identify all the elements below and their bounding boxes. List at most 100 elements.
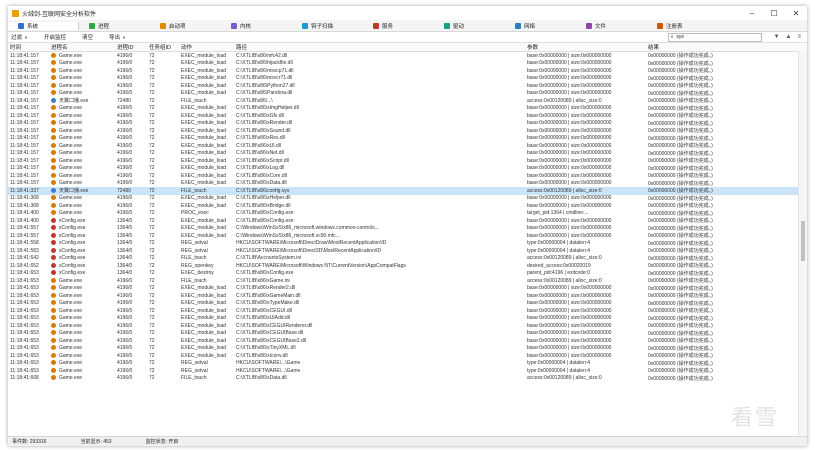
cell: base:0x00000000 | size:0x000000000 — [527, 285, 612, 292]
tab-4[interactable]: 钩子扫描 — [292, 22, 363, 30]
table-row[interactable]: 11:18:41:400 Game.exe 4196/0 72 PROC_exec C:\… — [8, 210, 807, 218]
cell: 72 — [149, 127, 155, 134]
table-row[interactable]: 11:18:41:653 Game.exe 4196/0 72 EXEC_module_… — [8, 330, 807, 338]
cell: base:0x00000000 | size:0x000000000 — [527, 195, 612, 202]
cell: C:\XTLIB\x86\xCEGUIRenderer.dll — [236, 322, 313, 329]
cell: C:\XTLIB\x86\xConfig.exe — [236, 217, 294, 224]
search-next-icon[interactable]: ▲ — [786, 34, 792, 40]
cell: C:\XTLIB\x86\msvcp71.dll — [236, 67, 294, 74]
table-row[interactable]: 11:18:41:653 Game.exe 4196/0 72 REG_setval HK… — [8, 367, 807, 375]
table-row[interactable]: 11:18:41:157 Game.exe 4196/0 72 EXEC_module_… — [8, 127, 807, 135]
search-input[interactable]: ⌕ sys — [667, 32, 762, 42]
table-row[interactable]: 11:18:41:157 Game.exe 4196/0 72 EXEC_module_… — [8, 112, 807, 120]
cell: base:0x00000000 | size:0x000000000 — [527, 60, 612, 67]
cell: EXEC_module_load — [181, 225, 227, 232]
table-row[interactable]: 11:18:41:157 Game.exe 4196/0 72 EXEC_module_… — [8, 67, 807, 75]
filter-button[interactable]: 过滤 ▼ — [11, 33, 28, 42]
table-row[interactable]: 11:18:41:157 Game.exe 4196/0 72 EXEC_module_… — [8, 180, 807, 188]
process-cell: Game.exe — [49, 308, 115, 314]
table-row[interactable]: 11:18:41:157 Game.exe 4196/0 72 EXEC_module_… — [8, 52, 807, 60]
cell: EXEC_module_load — [181, 172, 227, 179]
tab-9[interactable]: 注册表 — [647, 22, 718, 30]
table-row[interactable]: 11:18:41:400 xConfig.exe 1364/0 72 EXEC_modu… — [8, 217, 807, 225]
tab-0[interactable]: 系统 — [8, 21, 79, 30]
search-prev-icon[interactable]: ▼ — [774, 34, 780, 40]
table-row[interactable]: 11:18:41:157 Game.exe 4196/0 72 EXEC_module_… — [8, 75, 807, 83]
table-row[interactable]: 11:18:41:337 天翼口播.exe 72480 72 FILE_touch C:\… — [8, 187, 807, 195]
table-row[interactable]: 11:18:41:157 Game.exe 4196/0 72 EXEC_module_… — [8, 135, 807, 143]
table-row[interactable]: 11:18:41:157 Game.exe 4196/0 72 EXEC_module_… — [8, 60, 807, 68]
tab-2[interactable]: 启动项 — [150, 22, 221, 30]
table-row[interactable]: 11:18:41:652 xConfig.exe 1364/0 72 REG_openk… — [8, 262, 807, 270]
column-header[interactable]: 进程ID — [115, 43, 147, 51]
tab-1[interactable]: 进程 — [79, 22, 150, 30]
tab-8[interactable]: 文件 — [576, 22, 647, 30]
table-row[interactable]: 11:18:41:653 xConfig.exe 1364/0 72 EXEC_dest… — [8, 270, 807, 278]
table-row[interactable]: 11:18:41:653 Game.exe 4196/0 72 EXEC_module_… — [8, 285, 807, 293]
table-row[interactable]: 11:18:41:583 xConfig.exe 1364/0 72 REG_setva… — [8, 247, 807, 255]
column-header[interactable]: 任务组ID — [147, 43, 179, 51]
export-button[interactable]: 导出 ▼ — [109, 33, 126, 42]
table-row[interactable]: 11:18:41:653 Game.exe 4196/0 72 EXEC_module_… — [8, 345, 807, 353]
table-row[interactable]: 11:18:41:653 Game.exe 4196/0 72 EXEC_module_… — [8, 315, 807, 323]
cell: 4196/0 — [117, 142, 133, 149]
table-row[interactable]: 11:18:41:653 Game.exe 4196/0 72 EXEC_module_… — [8, 337, 807, 345]
status-bar: 事件数: 293316 当前显示: 453 监控状态: 开启 — [8, 436, 807, 446]
table-row[interactable]: 11:18:41:558 xConfig.exe 1364/0 72 REG_setva… — [8, 240, 807, 248]
table-row[interactable]: 11:18:41:642 xConfig.exe 1364/0 72 FILE_touc… — [8, 255, 807, 263]
cell: base:0x00000000 | size:0x000000000 — [527, 232, 612, 239]
cell: EXEC_module_load — [181, 52, 227, 59]
cell: 4196/0 — [117, 150, 133, 157]
cell: 72 — [149, 247, 155, 254]
table-row[interactable]: 11:18:41:653 Game.exe 4196/0 72 EXEC_module_… — [8, 300, 807, 308]
table-row[interactable]: 11:18:41:653 Game.exe 4196/0 72 EXEC_module_… — [8, 352, 807, 360]
cell: 4196/0 — [117, 90, 133, 97]
table-row[interactable]: 11:18:41:653 Game.exe 4196/0 72 FILE_touch C:… — [8, 277, 807, 285]
process-name: Game.exe — [59, 315, 83, 322]
table-row[interactable]: 11:18:41:157 Game.exe 4196/0 72 EXEC_module_… — [8, 142, 807, 150]
start-monitor-button[interactable]: 开启监控 — [44, 33, 66, 41]
table-row[interactable]: 11:18:41:368 Game.exe 4196/0 72 EXEC_module_… — [8, 202, 807, 210]
column-header[interactable]: 动作 — [179, 43, 234, 51]
tab-6[interactable]: 驱动 — [434, 22, 505, 30]
table-row[interactable]: 11:18:41:157 天翼口播.exe 72480 72 FILE_touch C:\… — [8, 97, 807, 105]
minimize-icon[interactable]: – — [741, 9, 763, 18]
table-row[interactable]: 11:18:41:157 Game.exe 4196/0 72 EXEC_module_… — [8, 150, 807, 158]
table-row[interactable]: 11:18:41:368 Game.exe 4196/0 72 EXEC_module_… — [8, 195, 807, 203]
table-row[interactable]: 11:18:41:653 Game.exe 4196/0 72 EXEC_module_… — [8, 307, 807, 315]
column-header[interactable]: 进程名 — [49, 43, 115, 51]
cell: 0x00000000 (操作成功完成。) — [648, 293, 713, 300]
vertical-scrollbar[interactable] — [798, 51, 807, 436]
cell: C:\XTLIB\x86\xGfx.dll — [236, 112, 284, 119]
table-row[interactable]: 11:18:41:653 Game.exe 4196/0 72 EXEC_module_… — [8, 292, 807, 300]
table-row[interactable]: 11:18:41:157 Game.exe 4196/0 72 EXEC_module_… — [8, 120, 807, 128]
process-cell: Game.exe — [49, 353, 115, 359]
column-header[interactable]: 路径 — [234, 43, 525, 51]
table-row[interactable]: 11:18:41:653 Game.exe 4196/0 72 REG_setval HK… — [8, 360, 807, 368]
table-row[interactable]: 11:18:41:157 Game.exe 4196/0 72 EXEC_module_… — [8, 157, 807, 165]
table-row[interactable]: 11:18:41:157 Game.exe 4196/0 72 EXEC_module_… — [8, 90, 807, 98]
maximize-icon[interactable]: ☐ — [763, 9, 785, 18]
tab-7[interactable]: 网络 — [505, 22, 576, 30]
tab-3[interactable]: 内核 — [221, 22, 292, 30]
table-row[interactable]: 11:18:41:157 Game.exe 4196/0 72 EXEC_module_… — [8, 105, 807, 113]
process-icon — [51, 225, 56, 231]
scrollbar-thumb[interactable] — [801, 221, 805, 261]
column-header[interactable]: 参数 — [525, 43, 646, 51]
menu-icon[interactable]: ≡ — [797, 34, 801, 40]
cell: C:\XTLIB\x86\xRes.dll — [236, 135, 285, 142]
tab-5[interactable]: 服务 — [363, 22, 434, 30]
table-row[interactable]: 11:18:41:157 Game.exe 4196/0 72 EXEC_module_… — [8, 82, 807, 90]
clear-button[interactable]: 清空 — [82, 33, 93, 41]
table-row[interactable]: 11:18:41:653 Game.exe 4196/0 72 EXEC_module_… — [8, 322, 807, 330]
table-row[interactable]: 11:18:41:557 xConfig.exe 1364/0 72 EXEC_modu… — [8, 225, 807, 233]
column-header[interactable]: 结果 — [646, 43, 796, 51]
process-cell: Game.exe — [49, 120, 115, 126]
table-row[interactable]: 11:18:41:157 Game.exe 4196/0 72 EXEC_module_… — [8, 172, 807, 180]
table-row[interactable]: 11:18:41:157 Game.exe 4196/0 72 EXEC_module_… — [8, 165, 807, 173]
column-header[interactable]: 时间 — [8, 43, 49, 51]
close-icon[interactable]: ✕ — [785, 9, 807, 18]
table-row[interactable]: 11:18:41:557 xConfig.exe 1364/0 72 EXEC_modu… — [8, 232, 807, 240]
table-row[interactable]: 11:18:41:668 Game.exe 4196/0 72 FILE_touch C:… — [8, 375, 807, 383]
cell: REG_setval — [181, 360, 208, 367]
